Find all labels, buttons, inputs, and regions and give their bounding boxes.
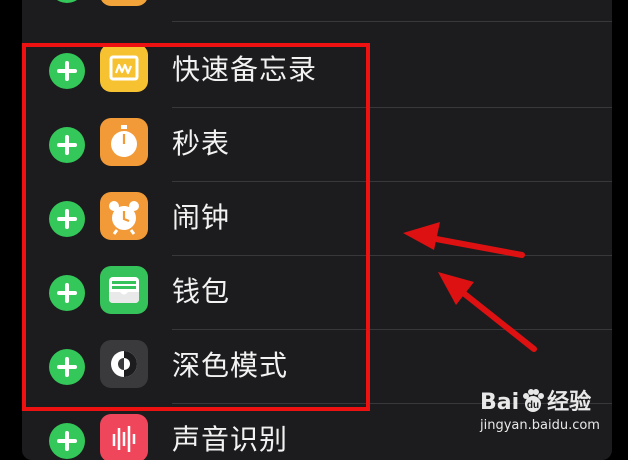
list-item-label: 钱包: [172, 275, 231, 308]
wallet-app-icon: [100, 266, 148, 314]
list-item-label: 闹钟: [172, 201, 231, 234]
list-item-wallet[interactable]: 钱包: [22, 256, 612, 330]
add-button[interactable]: [49, 53, 85, 89]
watermark-logo-text-left: Bai: [480, 390, 520, 415]
list-item-label: 声音识别: [172, 423, 289, 456]
home-app-icon: [100, 0, 148, 6]
add-button[interactable]: [49, 423, 85, 459]
list-item-label: 深色模式: [172, 349, 289, 382]
baidu-paw-icon: du: [523, 389, 545, 412]
add-button[interactable]: [49, 275, 85, 311]
watermark-url: jingyan.baidu.com: [480, 418, 600, 433]
list-item-home[interactable]: 家庭: [22, 0, 612, 22]
watermark-logo-text-right: 经验: [547, 390, 592, 415]
list-item-label: 家庭: [172, 0, 230, 2]
list-item-label: 秒表: [172, 127, 231, 160]
add-button[interactable]: [49, 0, 85, 3]
sound-recognition-app-icon: [100, 414, 148, 460]
list-item-quick-note[interactable]: 快速备忘录: [22, 34, 612, 108]
dark-mode-app-icon: [100, 340, 148, 388]
divider: [172, 21, 612, 22]
add-button[interactable]: [49, 201, 85, 237]
list-item-alarm[interactable]: 闹钟: [22, 182, 612, 256]
list-item-label: 快速备忘录: [172, 53, 318, 86]
stopwatch-app-icon: [100, 118, 148, 166]
baidu-jingyan-watermark: Bai du 经验 jingyan.baidu.com: [480, 384, 620, 444]
quick-note-app-icon: [100, 44, 148, 92]
add-button[interactable]: [49, 127, 85, 163]
alarm-clock-app-icon: [100, 192, 148, 240]
add-button[interactable]: [49, 349, 85, 385]
svg-text:du: du: [527, 400, 539, 411]
list-item-stopwatch[interactable]: 秒表: [22, 108, 612, 182]
